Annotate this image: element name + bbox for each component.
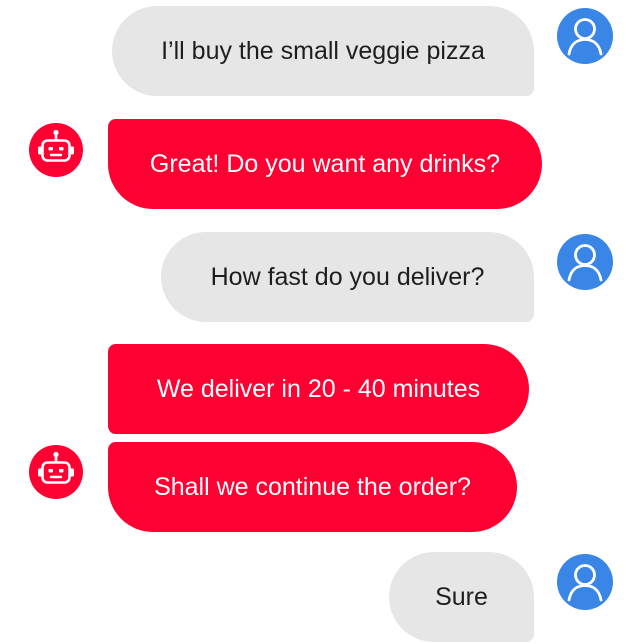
bot-message-bubble: Shall we continue the order? <box>108 442 517 532</box>
bot-message-bubble: Great! Do you want any drinks? <box>108 119 542 209</box>
user-message-bubble: Sure <box>389 552 534 642</box>
message-text: Sure <box>435 582 488 611</box>
user-avatar <box>557 8 613 64</box>
message-text: We deliver in 20 - 40 minutes <box>156 374 481 403</box>
message-text: I’ll buy the small veggie pizza <box>161 36 485 65</box>
chat-conversation: I’ll buy the small veggie pizza Great! D… <box>0 0 640 644</box>
message-text: Great! Do you want any drinks? <box>149 149 501 178</box>
user-avatar <box>557 234 613 290</box>
user-icon <box>558 9 612 63</box>
user-avatar <box>557 554 613 610</box>
message-text: Shall we continue the order? <box>154 472 471 501</box>
robot-icon <box>29 123 83 177</box>
user-message-bubble: I’ll buy the small veggie pizza <box>112 6 534 96</box>
user-icon <box>558 235 612 289</box>
robot-icon <box>29 445 83 499</box>
message-text: How fast do you deliver? <box>210 262 485 291</box>
bot-avatar <box>28 444 84 500</box>
user-icon <box>558 555 612 609</box>
user-message-bubble: How fast do you deliver? <box>161 232 534 322</box>
bot-message-bubble: We deliver in 20 - 40 minutes <box>108 344 529 434</box>
bot-avatar <box>28 122 84 178</box>
